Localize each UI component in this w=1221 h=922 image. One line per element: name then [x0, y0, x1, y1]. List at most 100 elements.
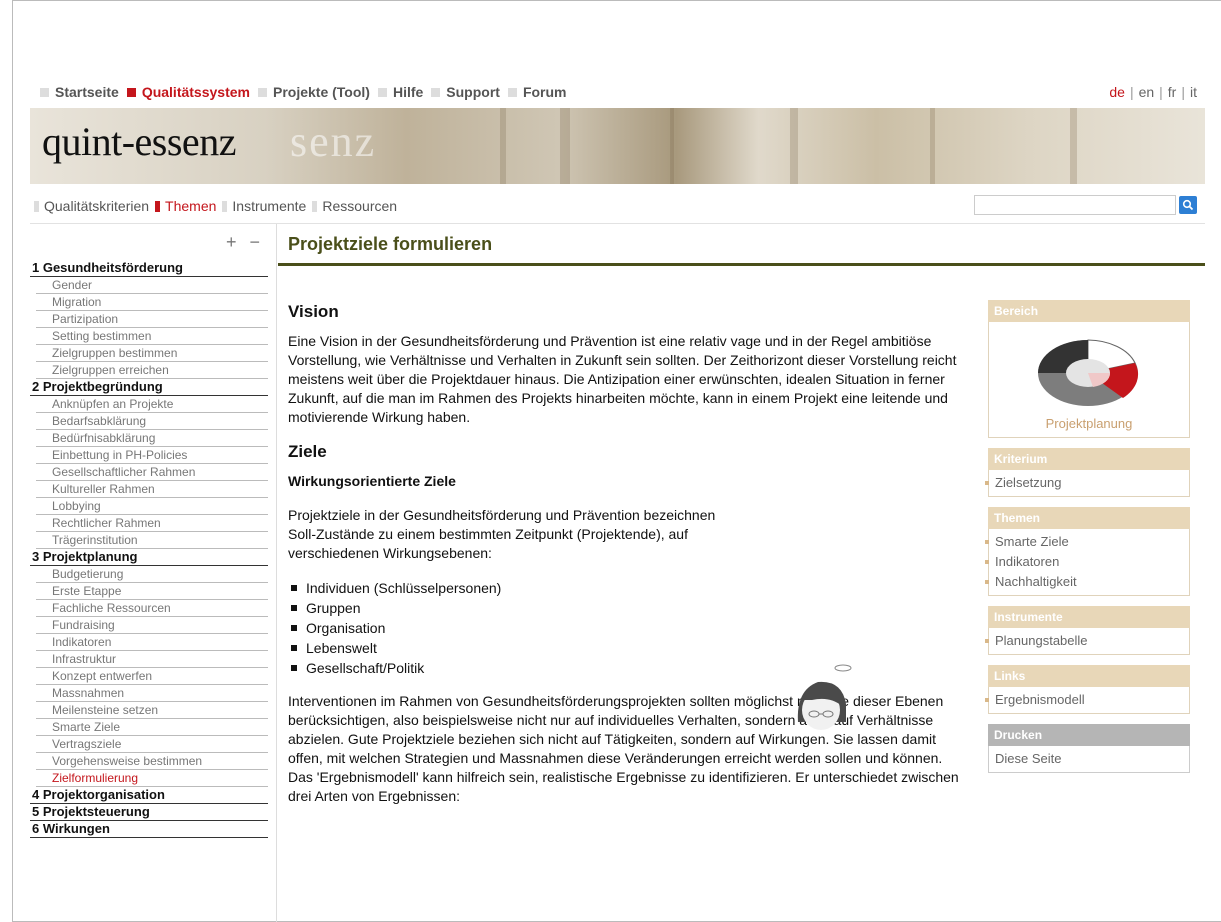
sub-nav-item-instrumente[interactable]: Instrumente — [222, 198, 306, 214]
banner-decoration — [930, 108, 935, 184]
sidebar-item-infrastruktur[interactable]: Infrastruktur — [36, 651, 268, 668]
top-nav-list: Startseite Qualitätssystem Projekte (Tool)… — [40, 84, 575, 100]
main-header: Projektziele formulieren — [278, 224, 1205, 266]
drucken-link-diese-seite[interactable]: Diese Seite — [995, 749, 1183, 769]
sidebar-section-6[interactable]: 6 Wirkungen — [30, 821, 268, 838]
sidebar-item-massnahmen[interactable]: Massnahmen — [36, 685, 268, 702]
sidebar-section-4[interactable]: 4 Projektorganisation — [30, 787, 268, 804]
sidebar-item-zielgruppen-bestimmen[interactable]: Zielgruppen bestimmen — [36, 345, 268, 362]
sidebar-item-lobbying[interactable]: Lobbying — [36, 498, 268, 515]
top-nav-item-support[interactable]: Support — [431, 84, 500, 100]
wirkung-heading: Wirkungsorientierte Ziele — [288, 473, 456, 489]
bereich-diagram[interactable]: Projektplanung — [988, 322, 1190, 438]
sub-nav-label: Ressourcen — [322, 198, 398, 214]
top-nav-item-projekte-tool[interactable]: Projekte (Tool) — [257, 84, 370, 100]
links-body: Ergebnismodell — [985, 687, 1190, 714]
sub-nav-label: Themen — [165, 198, 217, 214]
right-boxes: Kriterium Zielsetzung Themen Smarte Ziele In… — [985, 448, 1190, 773]
links-box: Links Ergebnismodell — [985, 665, 1190, 714]
drucken-header: Drucken — [988, 724, 1190, 746]
sub-nav-item-qualitätskriterien[interactable]: Qualitätskriterien — [34, 198, 149, 214]
page-title: Projektziele formulieren — [278, 224, 1205, 266]
bereich-box: Bereich Projektplanung — [988, 300, 1190, 438]
link-label: Smarte Ziele — [995, 534, 1069, 549]
nav-bullet-icon — [312, 200, 318, 212]
instrumente-link-planungstabelle[interactable]: Planungstabelle — [985, 631, 1183, 651]
language-de[interactable]: de — [1109, 84, 1125, 100]
search-input[interactable] — [974, 195, 1176, 215]
instrumente-body: Planungstabelle — [985, 628, 1190, 655]
sidebar-item-setting-bestimmen[interactable]: Setting bestimmen — [36, 328, 268, 345]
sidebar-section-5[interactable]: 5 Projektsteuerung — [30, 804, 268, 821]
sidebar-item-bedarfsabklärung[interactable]: Bedarfsabklärung — [36, 413, 268, 430]
sidebar-section-3[interactable]: 3 Projektplanung — [30, 549, 268, 566]
sidebar-section-1[interactable]: 1 Gesundheitsförderung — [30, 260, 268, 277]
bullet-icon — [985, 580, 989, 584]
sidebar-item-bedürfnisabklärung[interactable]: Bedürfnisabklärung — [36, 430, 268, 447]
expand-collapse-controls[interactable]: + − — [30, 224, 268, 260]
banner-decoration — [790, 108, 798, 184]
sidebar-item-budgetierung[interactable]: Budgetierung — [36, 566, 268, 583]
sidebar-item-zielformulierung[interactable]: Zielformulierung — [36, 770, 268, 787]
nav-bullet-icon — [257, 87, 267, 97]
sidebar-section-2[interactable]: 2 Projektbegründung — [30, 379, 268, 396]
sidebar-item-indikatoren[interactable]: Indikatoren — [36, 634, 268, 651]
sidebar-item-anknüpfen-an-projekte[interactable]: Anknüpfen an Projekte — [36, 396, 268, 413]
sidebar-item-einbettung-in-ph-policies[interactable]: Einbettung in PH-Policies — [36, 447, 268, 464]
language-it[interactable]: it — [1190, 84, 1197, 100]
themen-link-smarte-ziele[interactable]: Smarte Ziele — [985, 532, 1183, 552]
sidebar-item-partizipation[interactable]: Partizipation — [36, 311, 268, 328]
sub-nav-item-themen[interactable]: Themen — [155, 198, 216, 214]
nav-bullet-icon — [155, 200, 161, 212]
sidebar-item-gesellschaftlicher-rahmen[interactable]: Gesellschaftlicher Rahmen — [36, 464, 268, 481]
sidebar-item-vertragsziele[interactable]: Vertragsziele — [36, 736, 268, 753]
sidebar-item-meilensteine-setzen[interactable]: Meilensteine setzen — [36, 702, 268, 719]
top-nav-item-qualitätssystem[interactable]: Qualitätssystem — [126, 84, 250, 100]
sub-nav-label: Instrumente — [232, 198, 307, 214]
banner-decoration — [500, 108, 506, 184]
search-button[interactable] — [1179, 196, 1197, 214]
sidebar-item-migration[interactable]: Migration — [36, 294, 268, 311]
language-en[interactable]: en — [1139, 84, 1155, 100]
sidebar-item-fundraising[interactable]: Fundraising — [36, 617, 268, 634]
bullet-icon — [985, 560, 989, 564]
kriterium-header: Kriterium — [988, 448, 1190, 470]
sidebar-item-erste-etappe[interactable]: Erste Etappe — [36, 583, 268, 600]
sub-nav-item-ressourcen[interactable]: Ressourcen — [312, 198, 397, 214]
sidebar-item-gender[interactable]: Gender — [36, 277, 268, 294]
sidebar-item-kultureller-rahmen[interactable]: Kultureller Rahmen — [36, 481, 268, 498]
nav-bullet-icon — [377, 87, 387, 97]
top-nav-label: Qualitätssystem — [141, 84, 250, 100]
link-label: Diese Seite — [995, 751, 1062, 766]
nav-bullet-icon — [40, 87, 49, 97]
bereich-caption[interactable]: Projektplanung — [989, 416, 1189, 431]
kriterium-link-zielsetzung[interactable]: Zielsetzung — [985, 473, 1183, 493]
sidebar-item-zielgruppen-erreichen[interactable]: Zielgruppen erreichen — [36, 362, 268, 379]
themen-link-nachhaltigkeit[interactable]: Nachhaltigkeit — [985, 572, 1183, 592]
nav-bullet-icon — [34, 200, 39, 212]
sidebar-item-vorgehensweise-bestimmen[interactable]: Vorgehensweise bestimmen — [36, 753, 268, 770]
top-nav-item-startseite[interactable]: Startseite — [40, 84, 119, 100]
links-link-ergebnismodell[interactable]: Ergebnismodell — [985, 690, 1183, 710]
link-label: Planungstabelle — [995, 633, 1088, 648]
top-nav-item-hilfe[interactable]: Hilfe — [377, 84, 423, 100]
banner-decoration — [560, 108, 570, 184]
site-logo[interactable]: quint-essenz — [42, 118, 236, 165]
themen-link-indikatoren[interactable]: Indikatoren — [985, 552, 1183, 572]
sidebar-item-rechtlicher-rahmen[interactable]: Rechtlicher Rahmen — [36, 515, 268, 532]
themen-header: Themen — [988, 507, 1190, 529]
sidebar-item-konzept-entwerfen[interactable]: Konzept entwerfen — [36, 668, 268, 685]
sidebar-item-fachliche-ressourcen[interactable]: Fachliche Ressourcen — [36, 600, 268, 617]
language-switcher: de | en | fr | it — [1109, 84, 1197, 100]
sidebar-tree: 1 Gesundheitsförderung Gender Migration Par… — [30, 260, 268, 838]
sidebar: + − 1 Gesundheitsförderung Gender Migratio… — [30, 224, 268, 838]
column-divider — [276, 224, 277, 922]
language-fr[interactable]: fr — [1168, 84, 1177, 100]
top-nav-item-forum[interactable]: Forum — [507, 84, 567, 100]
ziele-heading: Ziele — [288, 442, 327, 461]
sidebar-item-smarte-ziele[interactable]: Smarte Ziele — [36, 719, 268, 736]
lang-separator: | — [1181, 84, 1185, 100]
sidebar-item-trägerinstitution[interactable]: Trägerinstitution — [36, 532, 268, 549]
top-nav-label: Support — [446, 84, 500, 100]
drucken-body: Diese Seite — [988, 746, 1190, 773]
